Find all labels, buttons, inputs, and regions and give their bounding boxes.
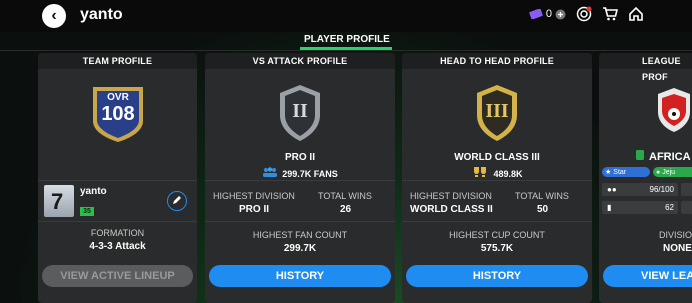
highest-fan-count-label: HIGHEST FAN COUNT xyxy=(252,230,348,240)
level-icon: ▮ xyxy=(607,203,612,212)
card-title: VS ATTACK PROFILE xyxy=(205,53,395,69)
rank-name: WORLD CLASS III xyxy=(454,152,540,163)
level-side-box xyxy=(681,201,692,214)
vs-attack-profile-card: VS ATTACK PROFILE II PRO II 299.7K FANS … xyxy=(205,53,395,303)
members-count: 96/100 xyxy=(649,185,674,194)
ovr-label: OVR xyxy=(107,92,129,103)
highest-division-value: PRO II xyxy=(239,204,270,215)
divider xyxy=(205,221,395,222)
pro-rank-badge-icon: II xyxy=(276,83,324,143)
view-active-lineup-button[interactable]: VIEW ACTIVE LINEUP xyxy=(42,265,193,287)
members-icon: ●● xyxy=(607,185,617,194)
vs-attack-history-button[interactable]: HISTORY xyxy=(209,265,391,287)
card-title: LEAGUE PROF xyxy=(599,53,692,82)
divider xyxy=(205,180,395,181)
team-profile-card: TEAM PROFILE OVR 108 7 yanto 35 FORMATIO… xyxy=(38,53,197,303)
league-name-row: AFRICA xyxy=(635,148,691,166)
highest-cup-count-label: HIGHEST CUP COUNT xyxy=(449,230,545,240)
page-username: yanto xyxy=(80,6,123,23)
card-title: HEAD TO HEAD PROFILE xyxy=(402,53,592,69)
head-to-head-profile-card: HEAD TO HEAD PROFILE III WORLD CLASS III… xyxy=(402,53,592,303)
rank-name: PRO II xyxy=(284,152,315,163)
pin-icon: ● xyxy=(656,168,661,176)
tag-star: ★ Star xyxy=(602,167,650,177)
player-number: 7 xyxy=(51,189,64,214)
total-wins-label: TOTAL WINS xyxy=(515,191,569,201)
ovr-shield-icon: OVR 108 xyxy=(89,83,147,143)
league-level: 62 xyxy=(665,203,674,212)
divider xyxy=(402,221,592,222)
highest-division-value: WORLD CLASS II xyxy=(410,204,493,215)
player-name: yanto xyxy=(80,186,107,197)
currency-pill[interactable]: 0 xyxy=(529,8,566,20)
highest-cup-count-value: 575.7K xyxy=(480,243,514,254)
highest-division-label: HIGHEST DIVISION xyxy=(410,191,492,201)
members-side-box xyxy=(681,183,692,196)
world-class-rank-badge-icon: III xyxy=(473,83,521,143)
currency-count: 0 xyxy=(545,8,552,20)
formation-label: FORMATION xyxy=(90,228,145,238)
league-name: AFRICA xyxy=(649,151,691,163)
back-button[interactable]: ‹ xyxy=(42,4,66,28)
level-badge: 35 xyxy=(80,207,94,216)
division-label: DIVISIO xyxy=(659,230,692,240)
highest-fan-count-value: 299.7K xyxy=(283,243,317,254)
target-icon[interactable] xyxy=(576,6,592,22)
fans-count: 299.7K FANS xyxy=(282,169,338,179)
tag-jeju: ● Jeju xyxy=(653,167,692,177)
league-level-stat: ▮ 62 xyxy=(602,201,678,214)
tab-active-indicator xyxy=(300,47,392,50)
ovr-value: 108 xyxy=(101,103,135,125)
points-count: 489.8K xyxy=(493,169,523,179)
division-value: NONE xyxy=(663,243,692,254)
ticket-icon xyxy=(529,9,543,19)
player-avatar: 7 xyxy=(44,185,74,217)
chevron-left-icon: ‹ xyxy=(51,7,57,24)
home-icon[interactable] xyxy=(628,6,644,22)
league-crest-icon xyxy=(656,86,692,134)
league-profile-card: LEAGUE PROF AFRICA ★ Star ● Jeju ●● 96/100… xyxy=(599,53,692,303)
add-icon[interactable] xyxy=(555,9,566,20)
badge-numeral: II xyxy=(292,100,308,122)
highest-division-label: HIGHEST DIVISION xyxy=(213,191,295,201)
divider xyxy=(38,221,197,222)
star-icon: ★ xyxy=(605,169,612,176)
divider xyxy=(38,180,197,181)
badge-numeral: III xyxy=(485,100,509,122)
head-to-head-history-button[interactable]: HISTORY xyxy=(406,265,588,287)
members-stat: ●● 96/100 xyxy=(602,183,678,196)
total-wins-label: TOTAL WINS xyxy=(318,191,372,201)
pencil-icon xyxy=(172,192,182,210)
edit-button[interactable] xyxy=(167,191,187,211)
card-title: TEAM PROFILE xyxy=(38,53,197,69)
top-right-actions: 0 xyxy=(529,6,644,22)
divider xyxy=(402,180,592,181)
league-emblem-icon xyxy=(635,148,645,166)
total-wins-value: 26 xyxy=(340,204,352,215)
view-league-button[interactable]: VIEW LEA xyxy=(603,265,692,287)
tab-player-profile[interactable]: PLAYER PROFILE xyxy=(304,34,390,45)
total-wins-value: 50 xyxy=(537,204,549,215)
top-bar: ‹ yanto 0 xyxy=(0,0,692,32)
formation-value: 4-3-3 Attack xyxy=(89,241,146,252)
cart-icon[interactable] xyxy=(602,6,618,22)
